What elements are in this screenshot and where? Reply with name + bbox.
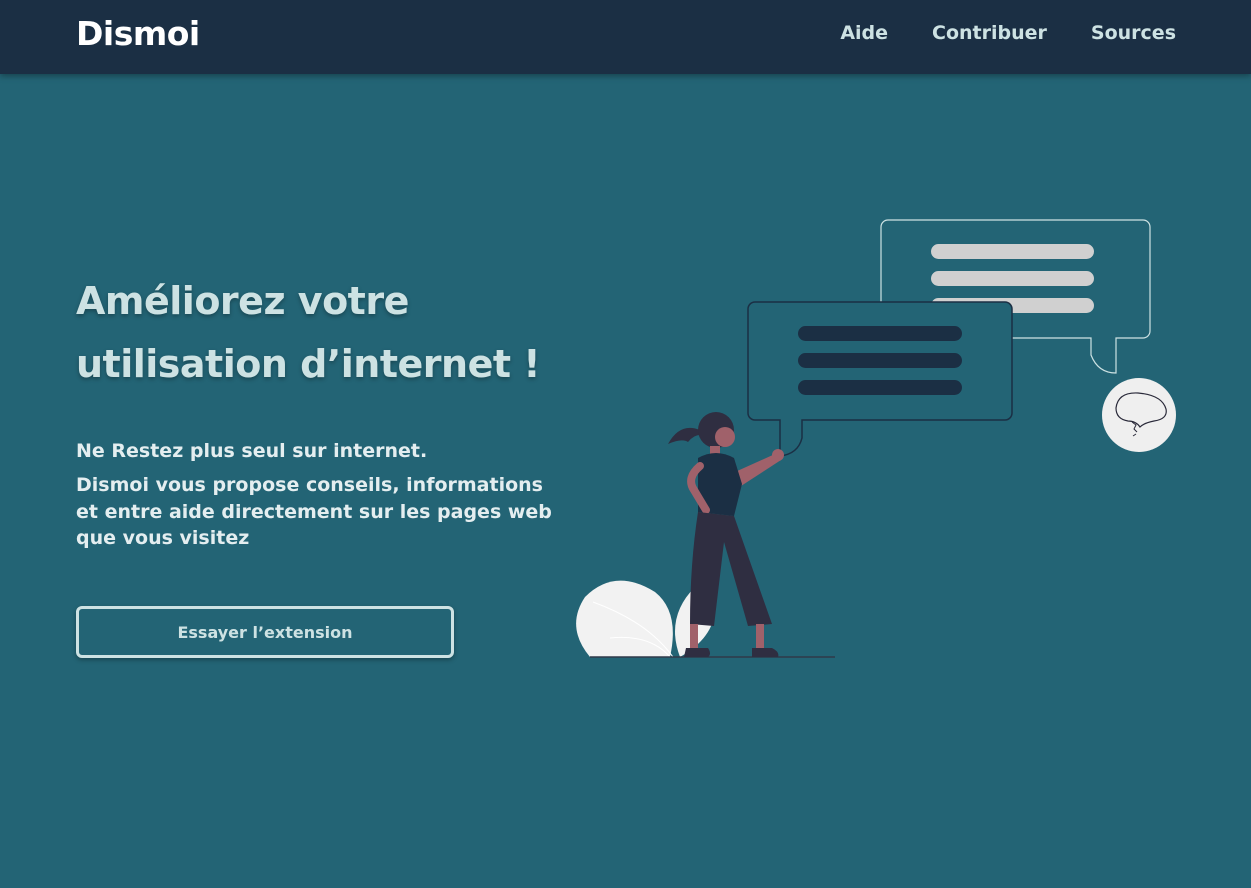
brain-avatar-icon	[1102, 378, 1176, 452]
dismoi-logo[interactable]: Dismoi	[76, 14, 200, 53]
nav-link-sources[interactable]: Sources	[1091, 22, 1176, 44]
main-nav: Aide Contribuer Sources	[840, 22, 1176, 44]
nav-link-contribuer[interactable]: Contribuer	[932, 22, 1047, 44]
woman-with-chat-bubbles-illustration	[576, 219, 1176, 658]
nav-link-aide[interactable]: Aide	[840, 22, 888, 44]
hero-title-line-1: Améliorez votre	[76, 279, 409, 323]
try-extension-button[interactable]: Essayer l’extension	[76, 606, 454, 658]
hero-lead: Ne Restez plus seul sur internet.	[76, 440, 428, 462]
top-navbar: Dismoi Aide Contribuer Sources	[0, 0, 1251, 74]
hero-description: Dismoi vous propose conseils, informatio…	[76, 474, 552, 549]
front-chat-bubble-icon	[747, 301, 1013, 457]
hero-title-line-2: utilisation d’internet !	[76, 342, 541, 386]
hero-title: Améliorez votre utilisation d’internet !	[76, 270, 596, 396]
